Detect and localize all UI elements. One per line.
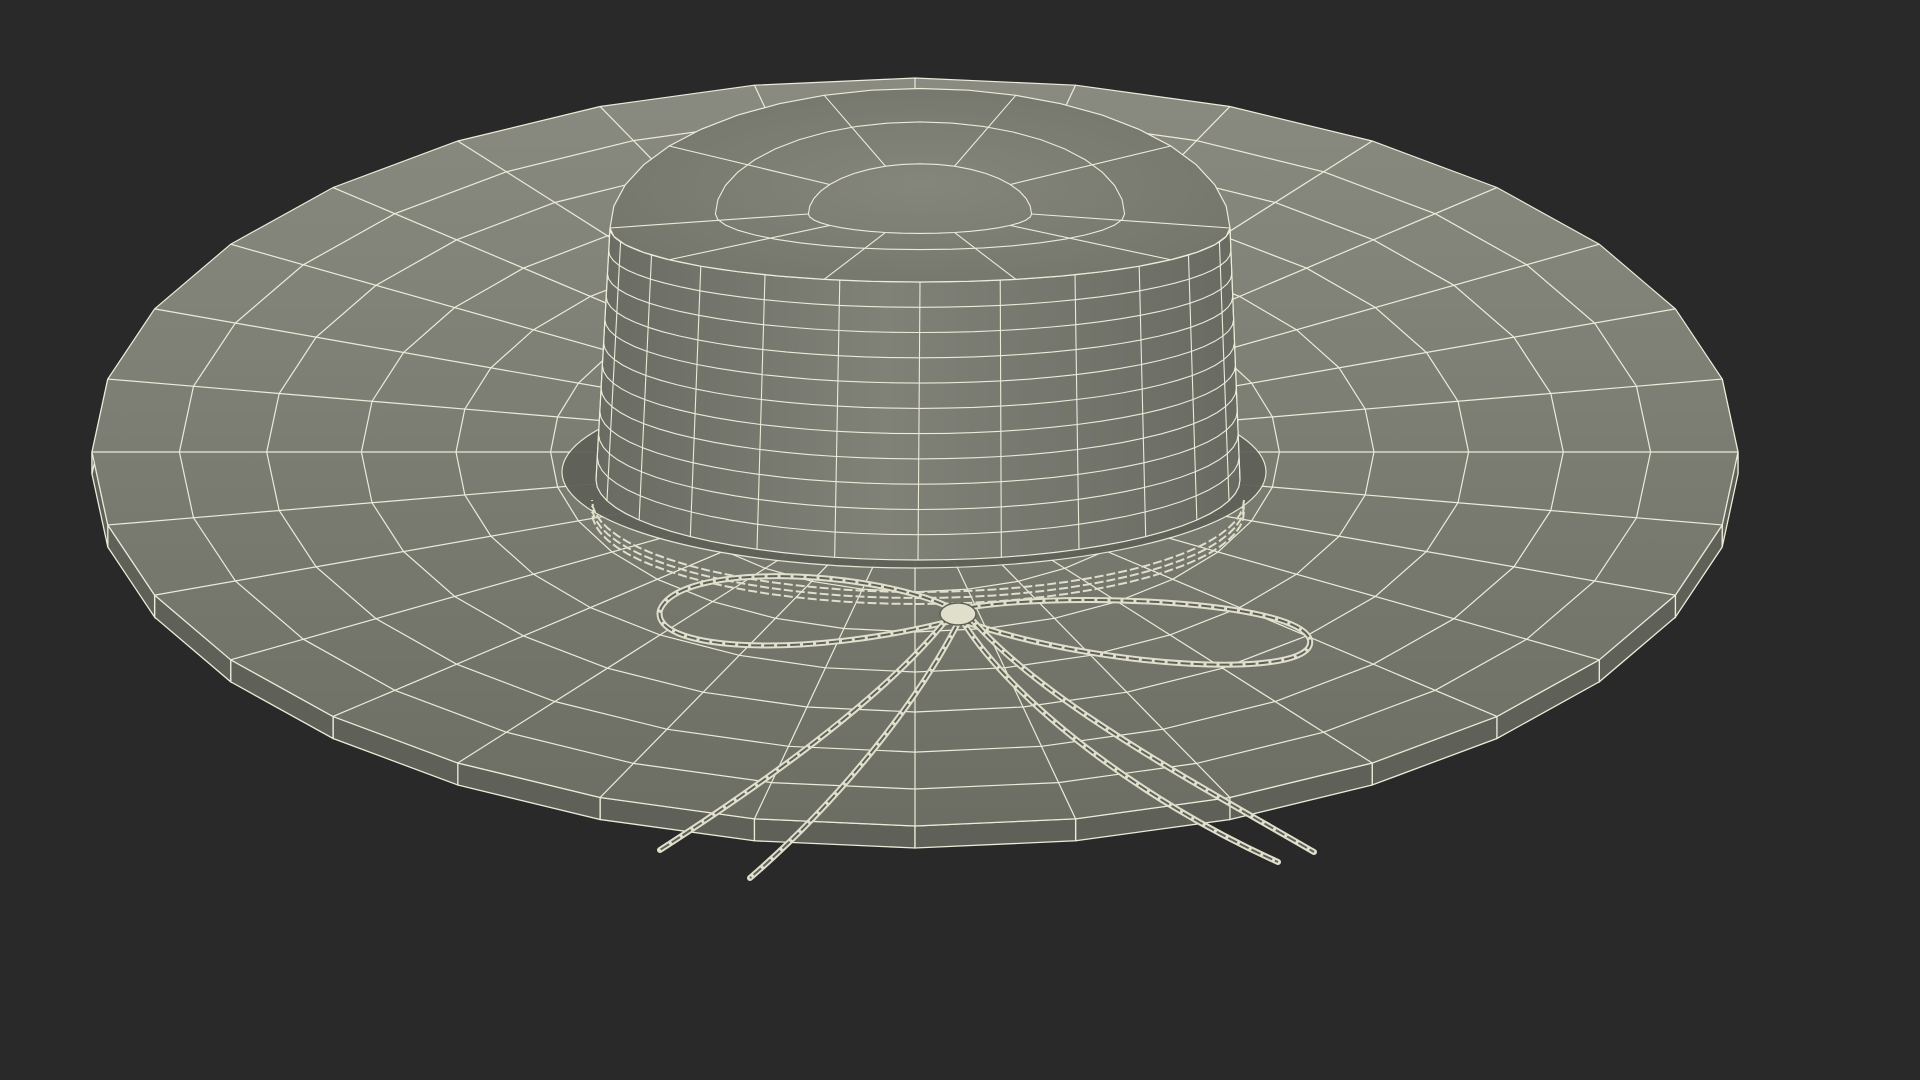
hat-render: [0, 0, 1920, 1080]
bow-knot: [939, 602, 977, 626]
viewport: [0, 0, 1920, 1080]
